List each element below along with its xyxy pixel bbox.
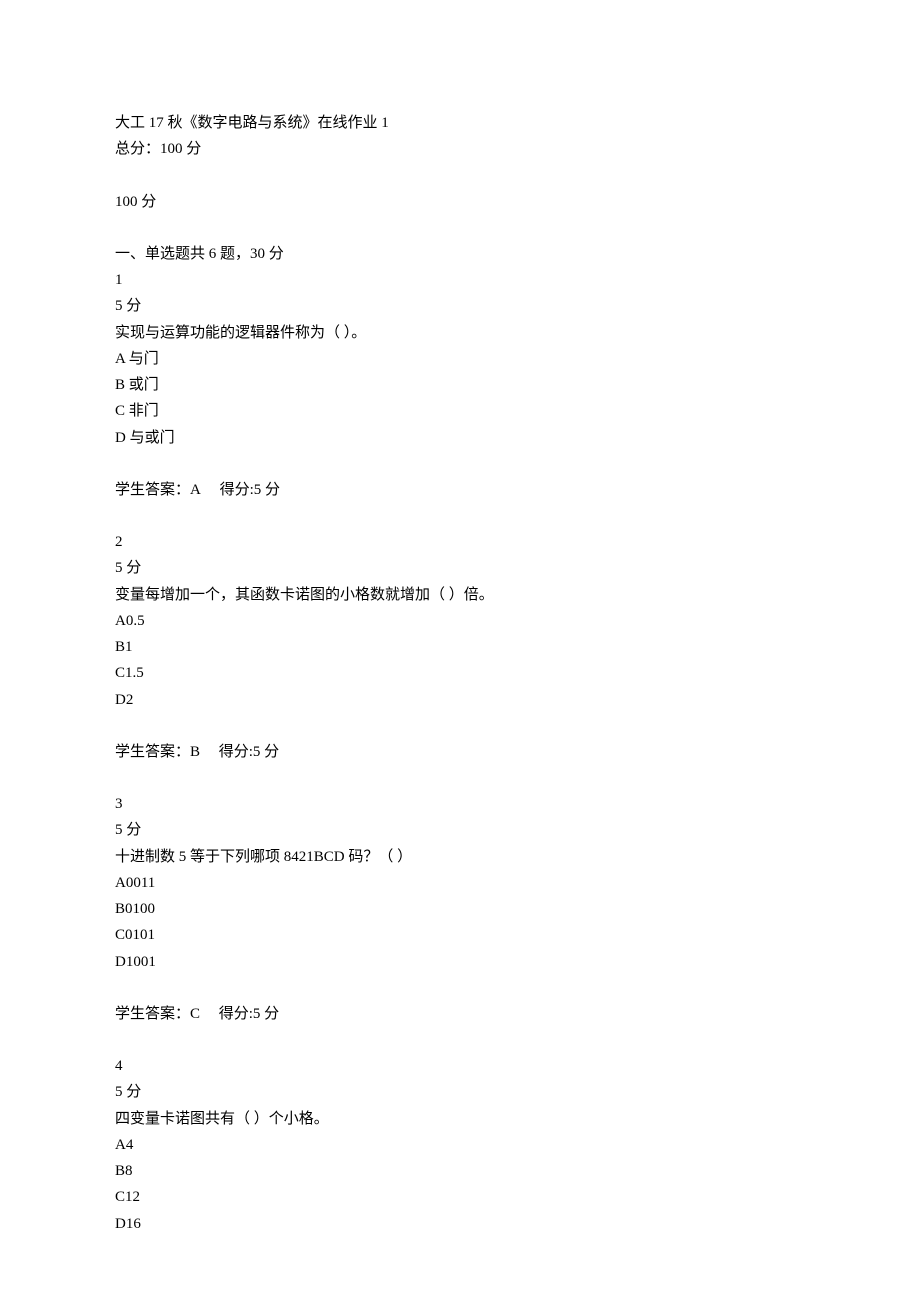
page-content: 大工 17 秋《数字电路与系统》在线作业 1 总分：100 分 100 分 一、…: [115, 110, 805, 1237]
option-c: C1.5: [115, 660, 805, 686]
option-c: C0101: [115, 922, 805, 948]
question-stem: 十进制数 5 等于下列哪项 8421BCD 码？（ ）: [115, 844, 805, 870]
spacer: [115, 713, 805, 739]
spacer: [115, 503, 805, 529]
question-points: 5 分: [115, 293, 805, 319]
option-b: B8: [115, 1158, 805, 1184]
option-c: C12: [115, 1184, 805, 1210]
spacer: [115, 451, 805, 477]
option-a: A0.5: [115, 608, 805, 634]
spacer: [115, 975, 805, 1001]
question-number: 4: [115, 1053, 805, 1079]
option-c: C 非门: [115, 398, 805, 424]
option-d: D16: [115, 1211, 805, 1237]
option-d: D 与或门: [115, 425, 805, 451]
question-number: 3: [115, 791, 805, 817]
question-stem: 实现与运算功能的逻辑器件称为（ ）。: [115, 320, 805, 346]
question-number: 2: [115, 529, 805, 555]
question-block: 2 5 分 变量每增加一个，其函数卡诺图的小格数就增加（ ）倍。 A0.5 B1…: [115, 529, 805, 765]
option-a: A0011: [115, 870, 805, 896]
question-stem: 变量每增加一个，其函数卡诺图的小格数就增加（ ）倍。: [115, 582, 805, 608]
question-stem: 四变量卡诺图共有（ ）个小格。: [115, 1106, 805, 1132]
question-number: 1: [115, 267, 805, 293]
question-block: 3 5 分 十进制数 5 等于下列哪项 8421BCD 码？（ ） A0011 …: [115, 791, 805, 1027]
spacer: [115, 1027, 805, 1053]
course-title: 大工 17 秋《数字电路与系统》在线作业 1: [115, 110, 805, 136]
question-block: 4 5 分 四变量卡诺图共有（ ）个小格。 A4 B8 C12 D16: [115, 1053, 805, 1237]
question-block: 1 5 分 实现与运算功能的逻辑器件称为（ ）。 A 与门 B 或门 C 非门 …: [115, 267, 805, 503]
achieved-score: 100 分: [115, 189, 805, 215]
question-points: 5 分: [115, 817, 805, 843]
spacer: [115, 215, 805, 241]
answer-line: 学生答案：B 得分:5 分: [115, 739, 805, 765]
total-score-label: 总分：100 分: [115, 136, 805, 162]
option-a: A 与门: [115, 346, 805, 372]
option-d: D1001: [115, 949, 805, 975]
option-b: B0100: [115, 896, 805, 922]
answer-line: 学生答案：C 得分:5 分: [115, 1001, 805, 1027]
option-d: D2: [115, 687, 805, 713]
question-points: 5 分: [115, 555, 805, 581]
answer-line: 学生答案：A 得分:5 分: [115, 477, 805, 503]
spacer: [115, 765, 805, 791]
option-b: B1: [115, 634, 805, 660]
spacer: [115, 163, 805, 189]
section-heading: 一、单选题共 6 题，30 分: [115, 241, 805, 267]
option-b: B 或门: [115, 372, 805, 398]
option-a: A4: [115, 1132, 805, 1158]
question-points: 5 分: [115, 1079, 805, 1105]
